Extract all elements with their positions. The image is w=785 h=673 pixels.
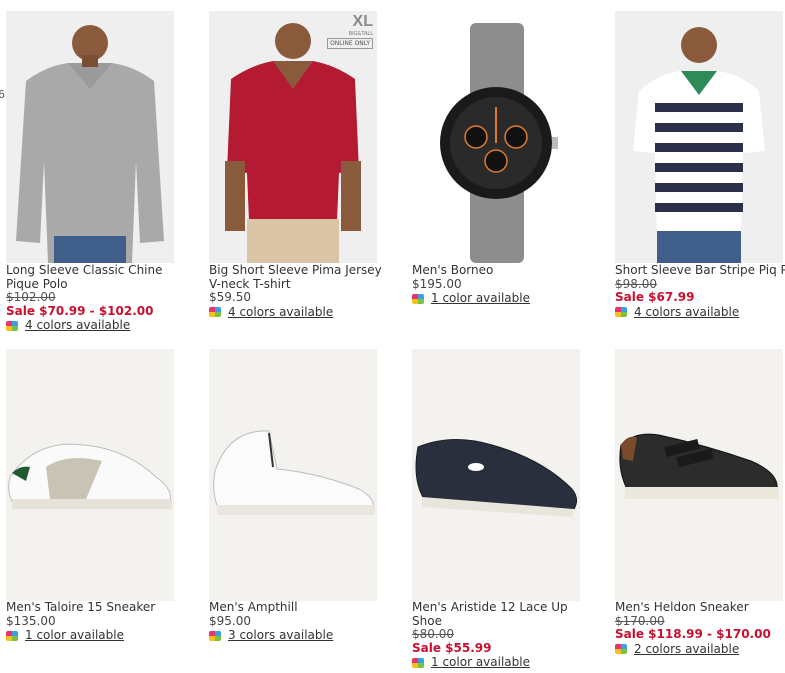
color-swatch-icon [412,657,424,668]
product-image[interactable] [412,349,580,601]
product-name[interactable]: Men's Taloire 15 Sneaker [6,600,196,615]
product-image[interactable] [615,349,783,601]
product-image[interactable]: XL BIG&TALL ONLINE ONLY [209,11,377,263]
original-price: $80.00 [412,627,454,641]
color-swatch-icon [615,644,627,655]
price: $135.00 [6,613,56,628]
product-image[interactable] [6,11,174,263]
color-swatch-icon [209,307,221,318]
product-name[interactable]: Men's Heldon Sneaker [615,600,785,615]
colors-available-link[interactable]: 1 color available [25,628,124,643]
original-price: $98.00 [615,276,657,291]
color-swatch-icon [6,630,18,641]
color-swatch-icon [209,630,221,641]
product-name[interactable]: Short Sleeve Bar Stripe Piq Polo Multi C… [615,264,785,278]
color-swatch-icon [615,307,627,318]
page-edge-fragment: 6 [0,88,5,101]
original-price: $102.00 [6,290,56,304]
price: $195.00 [412,276,462,291]
price: $95.00 [209,613,251,628]
price: $59.50 [209,290,251,304]
color-swatch-icon [412,293,424,304]
product-image[interactable] [615,11,783,263]
product-image[interactable] [209,349,377,601]
product-name[interactable]: Big Short Sleeve Pima Jersey V-neck T-sh… [209,263,399,291]
colors-available-link[interactable]: 4 colors available [25,318,130,333]
size-badge: XL [352,13,373,30]
product-name[interactable]: Long Sleeve Classic Chine Pique Polo [6,263,196,291]
colors-available-link[interactable]: 4 colors available [228,305,333,320]
sale-price: Sale $70.99 - $102.00 [6,303,154,318]
product-name[interactable]: Men's Ampthill [209,600,399,615]
product-name[interactable]: Men's Borneo [412,263,602,278]
colors-available-link[interactable]: 1 color available [431,655,530,670]
sale-price: Sale $55.99 [412,640,492,655]
product-name[interactable]: Men's Aristide 12 Lace Up Shoe [412,600,602,628]
colors-available-link[interactable]: 4 colors available [634,305,739,320]
sale-price: Sale $118.99 - $170.00 [615,627,771,641]
colors-available-link[interactable]: 3 colors available [228,628,333,643]
size-badge-sub: BIG&TALL [348,31,373,37]
colors-available-link[interactable]: 2 colors available [634,642,739,657]
product-image[interactable] [6,349,174,601]
sale-price: Sale $67.99 [615,290,695,304]
color-swatch-icon [6,320,18,331]
original-price: $170.00 [615,613,665,628]
online-only-badge: ONLINE ONLY [327,38,373,49]
product-image[interactable] [412,11,580,263]
colors-available-link[interactable]: 1 color available [431,291,530,306]
